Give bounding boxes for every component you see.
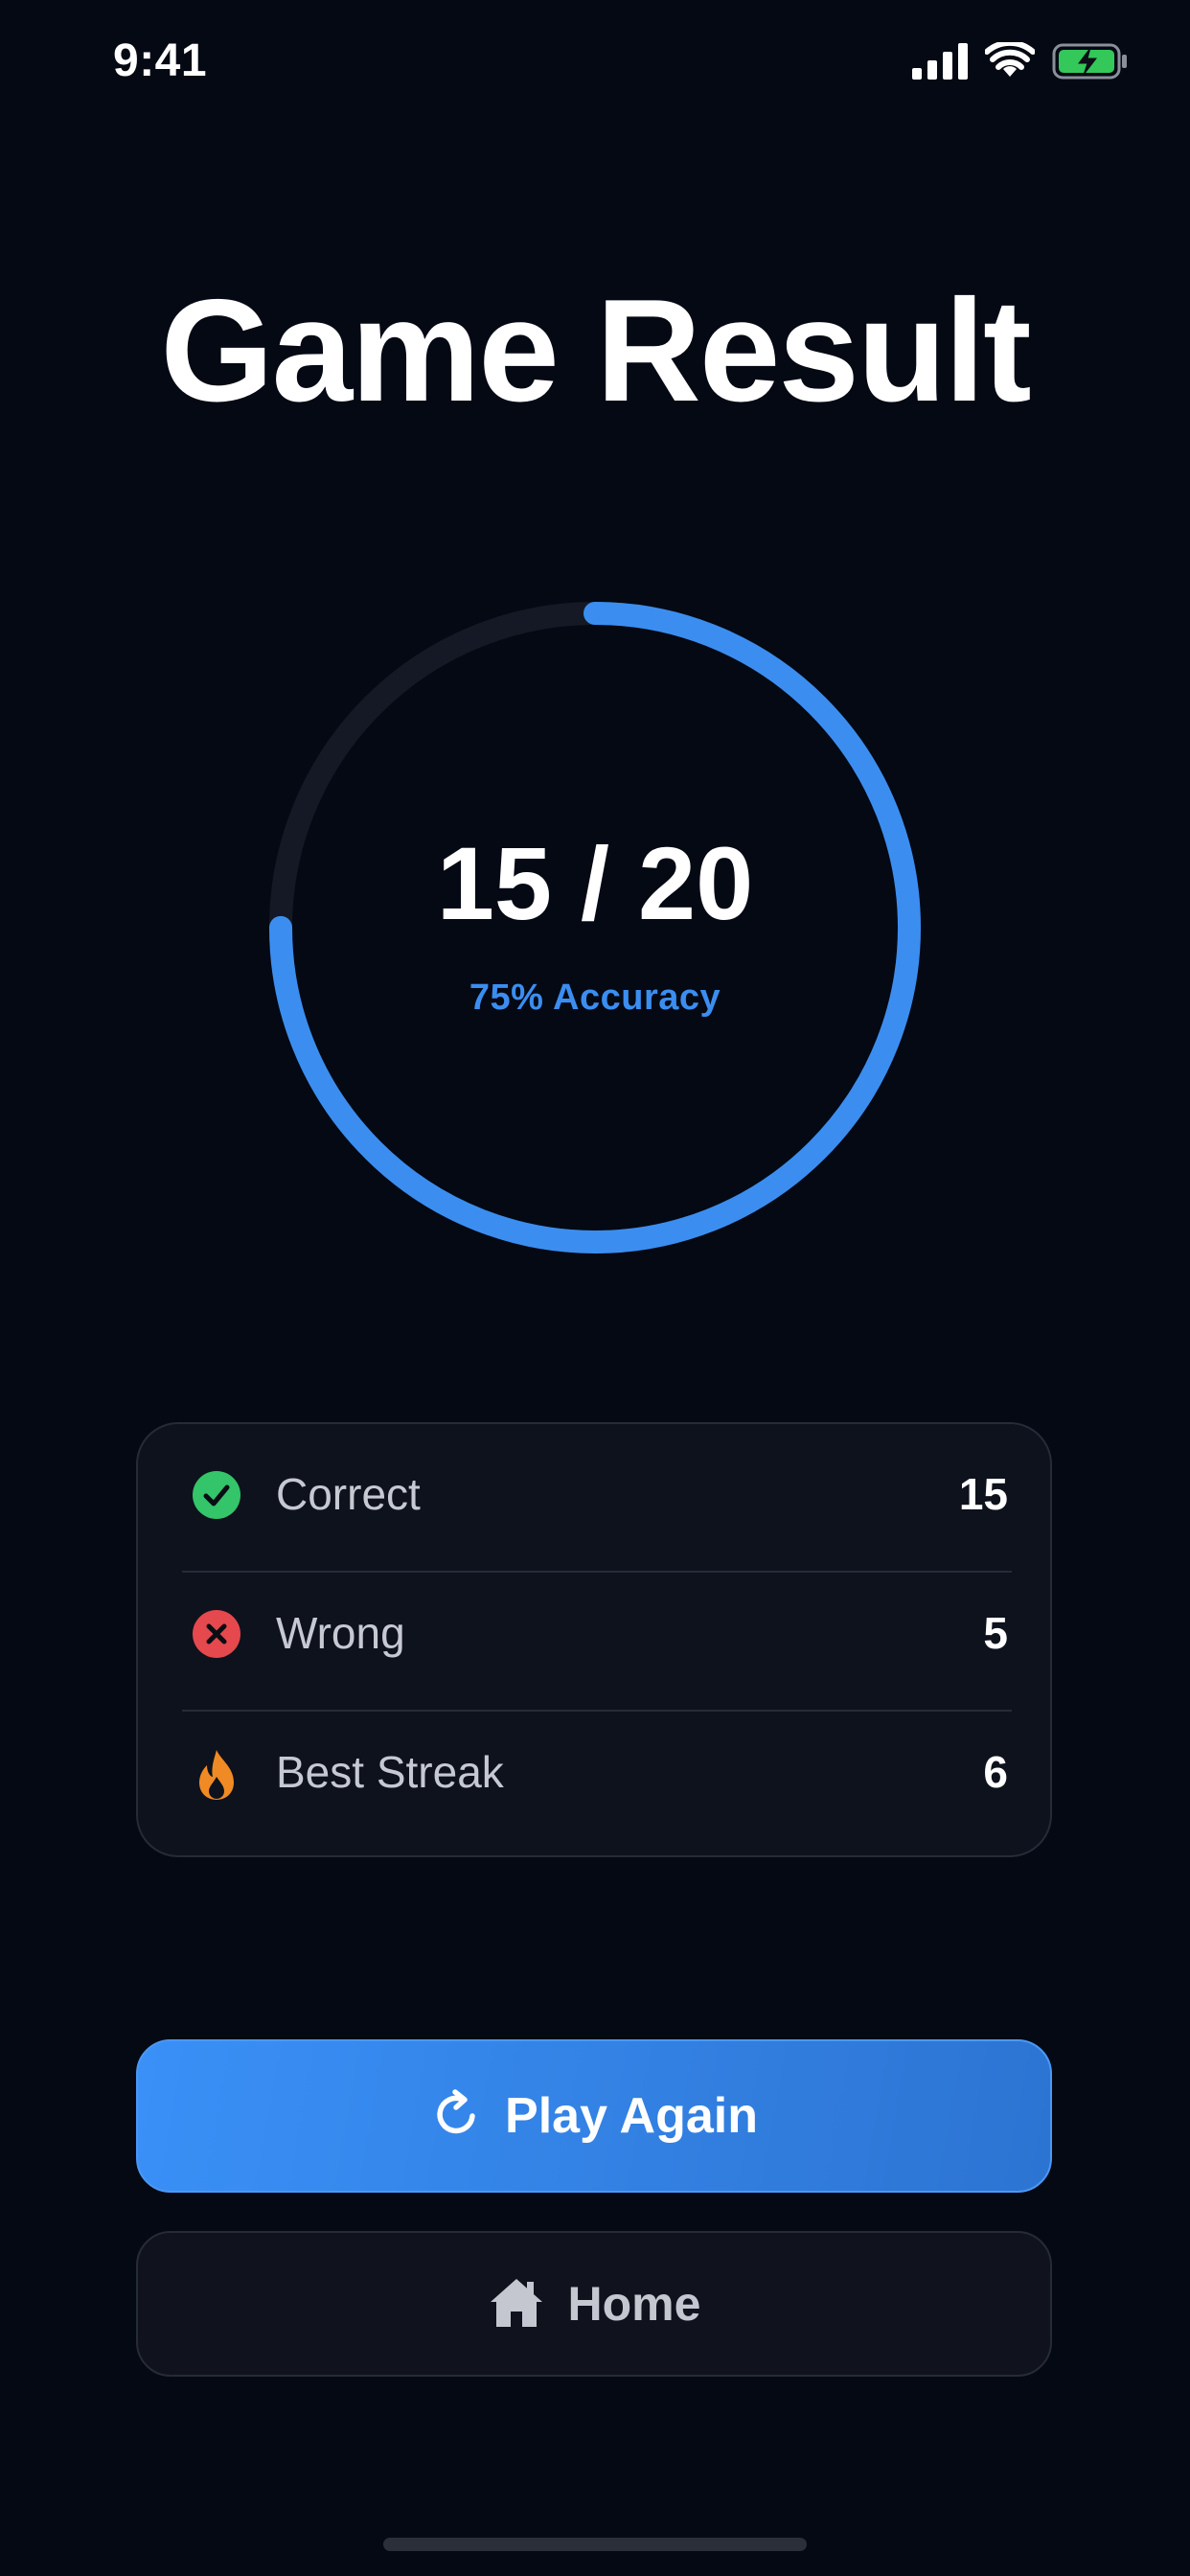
home-indicator[interactable] (383, 2538, 807, 2551)
wifi-icon (984, 39, 1036, 85)
score-ring: 15 / 20 75% Accuracy (269, 602, 921, 1254)
play-again-button[interactable]: Play Again (136, 2039, 1052, 2193)
stat-value: 15 (958, 1469, 1008, 1519)
accuracy-label: 75% Accuracy (469, 978, 721, 1018)
score-text: 15 / 20 (436, 825, 754, 941)
stat-row-wrong: Wrong 5 (138, 1563, 1054, 1701)
flame-icon (192, 1748, 241, 1800)
stat-row-correct: Correct 15 (138, 1424, 1054, 1562)
stat-row-best-streak: Best Streak 6 (138, 1702, 1054, 1840)
stats-card: Correct 15 Wrong 5 Best Streak 6 (136, 1422, 1052, 1857)
signal-icon (912, 43, 968, 84)
stat-label: Correct (276, 1469, 421, 1519)
refresh-icon (430, 2087, 484, 2146)
home-button[interactable]: Home (136, 2231, 1052, 2377)
stat-value: 5 (983, 1608, 1008, 1658)
status-bar: 9:41 (0, 0, 1190, 134)
house-icon (488, 2275, 545, 2334)
home-label: Home (567, 2277, 701, 2331)
stat-label: Wrong (276, 1608, 405, 1658)
page-title: Game Result (160, 269, 1031, 432)
battery-charging-icon (1052, 42, 1129, 85)
status-time: 9:41 (113, 35, 208, 86)
check-circle-icon (192, 1470, 241, 1520)
x-circle-icon (192, 1609, 241, 1659)
play-again-label: Play Again (505, 2088, 758, 2144)
stat-label: Best Streak (276, 1747, 504, 1797)
stat-value: 6 (983, 1747, 1008, 1797)
status-icons (912, 39, 1129, 85)
